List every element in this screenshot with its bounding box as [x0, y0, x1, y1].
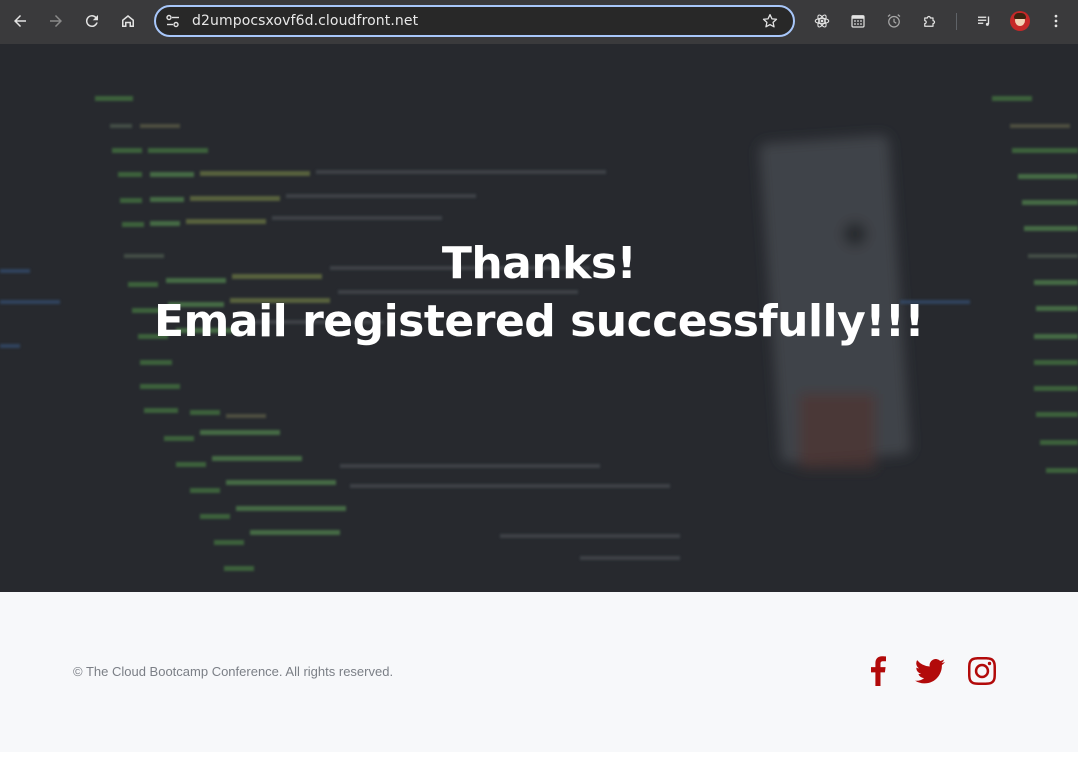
- alarm-icon: [887, 14, 901, 28]
- home-button[interactable]: [115, 8, 141, 34]
- success-message: Email registered successfully!!!: [153, 296, 925, 347]
- menu-button[interactable]: [1043, 8, 1069, 34]
- twitter-link[interactable]: [914, 655, 946, 687]
- star-icon[interactable]: [761, 12, 779, 30]
- instagram-link[interactable]: [966, 655, 998, 687]
- forward-button[interactable]: [43, 8, 69, 34]
- extensions-button[interactable]: [917, 8, 943, 34]
- page-bottom-edge: [0, 752, 1078, 760]
- alarm-extension-button[interactable]: [881, 8, 907, 34]
- reload-icon: [85, 15, 98, 28]
- queue-music-icon: [978, 16, 990, 26]
- twitter-icon: [915, 658, 945, 683]
- react-extension-button[interactable]: [809, 8, 835, 34]
- copyright-text: © The Cloud Bootcamp Conference. All rig…: [73, 664, 394, 679]
- facebook-icon: [871, 656, 886, 686]
- address-bar[interactable]: d2umpocsxovf6d.cloudfront.net: [154, 5, 795, 37]
- url-text[interactable]: d2umpocsxovf6d.cloudfront.net: [192, 13, 418, 29]
- calendar-extension-button[interactable]: [845, 8, 871, 34]
- facebook-link[interactable]: [862, 655, 894, 687]
- home-icon: [122, 15, 134, 27]
- avatar[interactable]: [1010, 11, 1030, 31]
- instagram-icon: [968, 657, 996, 685]
- arrow-left-icon: [14, 15, 26, 27]
- browser-toolbar: d2umpocsxovf6d.cloudfront.net: [0, 0, 1078, 44]
- react-icon: [814, 14, 830, 28]
- calendar-icon: [851, 15, 865, 28]
- thanks-heading: Thanks!: [441, 238, 637, 289]
- tune-icon[interactable]: [165, 13, 181, 29]
- puzzle-icon: [924, 15, 936, 27]
- footer: © The Cloud Bootcamp Conference. All rig…: [0, 592, 1078, 752]
- kebab-menu-icon: [1054, 14, 1058, 28]
- hero-section: Thanks! Email registered successfully!!!: [0, 44, 1078, 592]
- media-control-button[interactable]: [971, 8, 997, 34]
- reload-button[interactable]: [79, 8, 105, 34]
- toolbar-separator: [956, 13, 957, 30]
- avatar-hair: [1014, 13, 1026, 19]
- arrow-right-icon: [50, 15, 62, 27]
- back-button[interactable]: [7, 8, 33, 34]
